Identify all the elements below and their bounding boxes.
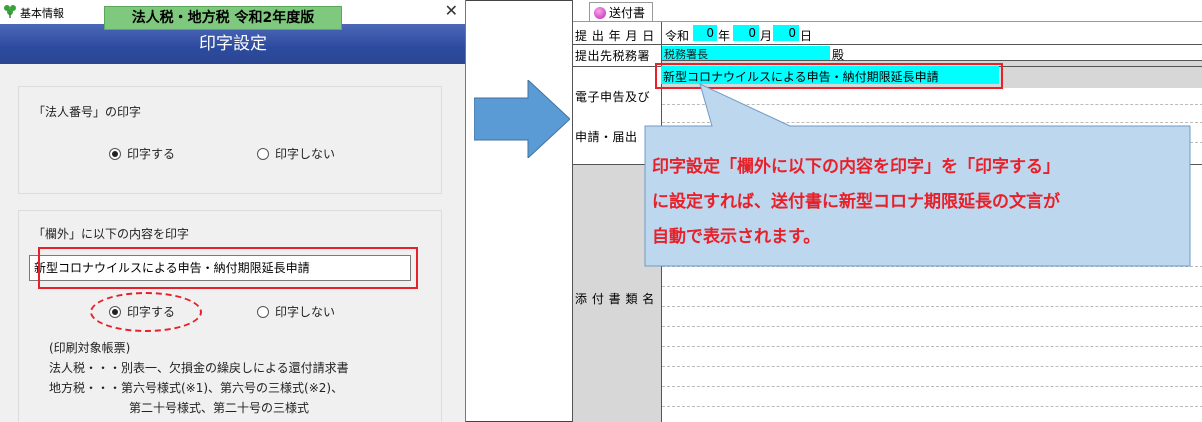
product-badge: 法人税・地方税 令和2年度版 [104,6,342,30]
callout-text: 印字設定「欄外に以下の内容を印字」を「印字する」 に設定すれば、送付書に新型コロ… [652,150,1192,255]
callout-line: に設定すれば、送付書に新型コロナ期限延長の文言が [652,192,1060,212]
callout-line: 自動で表示されます。 [652,227,821,247]
callout-line: 印字設定「欄外に以下の内容を印字」を「印字する」 [652,157,1060,177]
